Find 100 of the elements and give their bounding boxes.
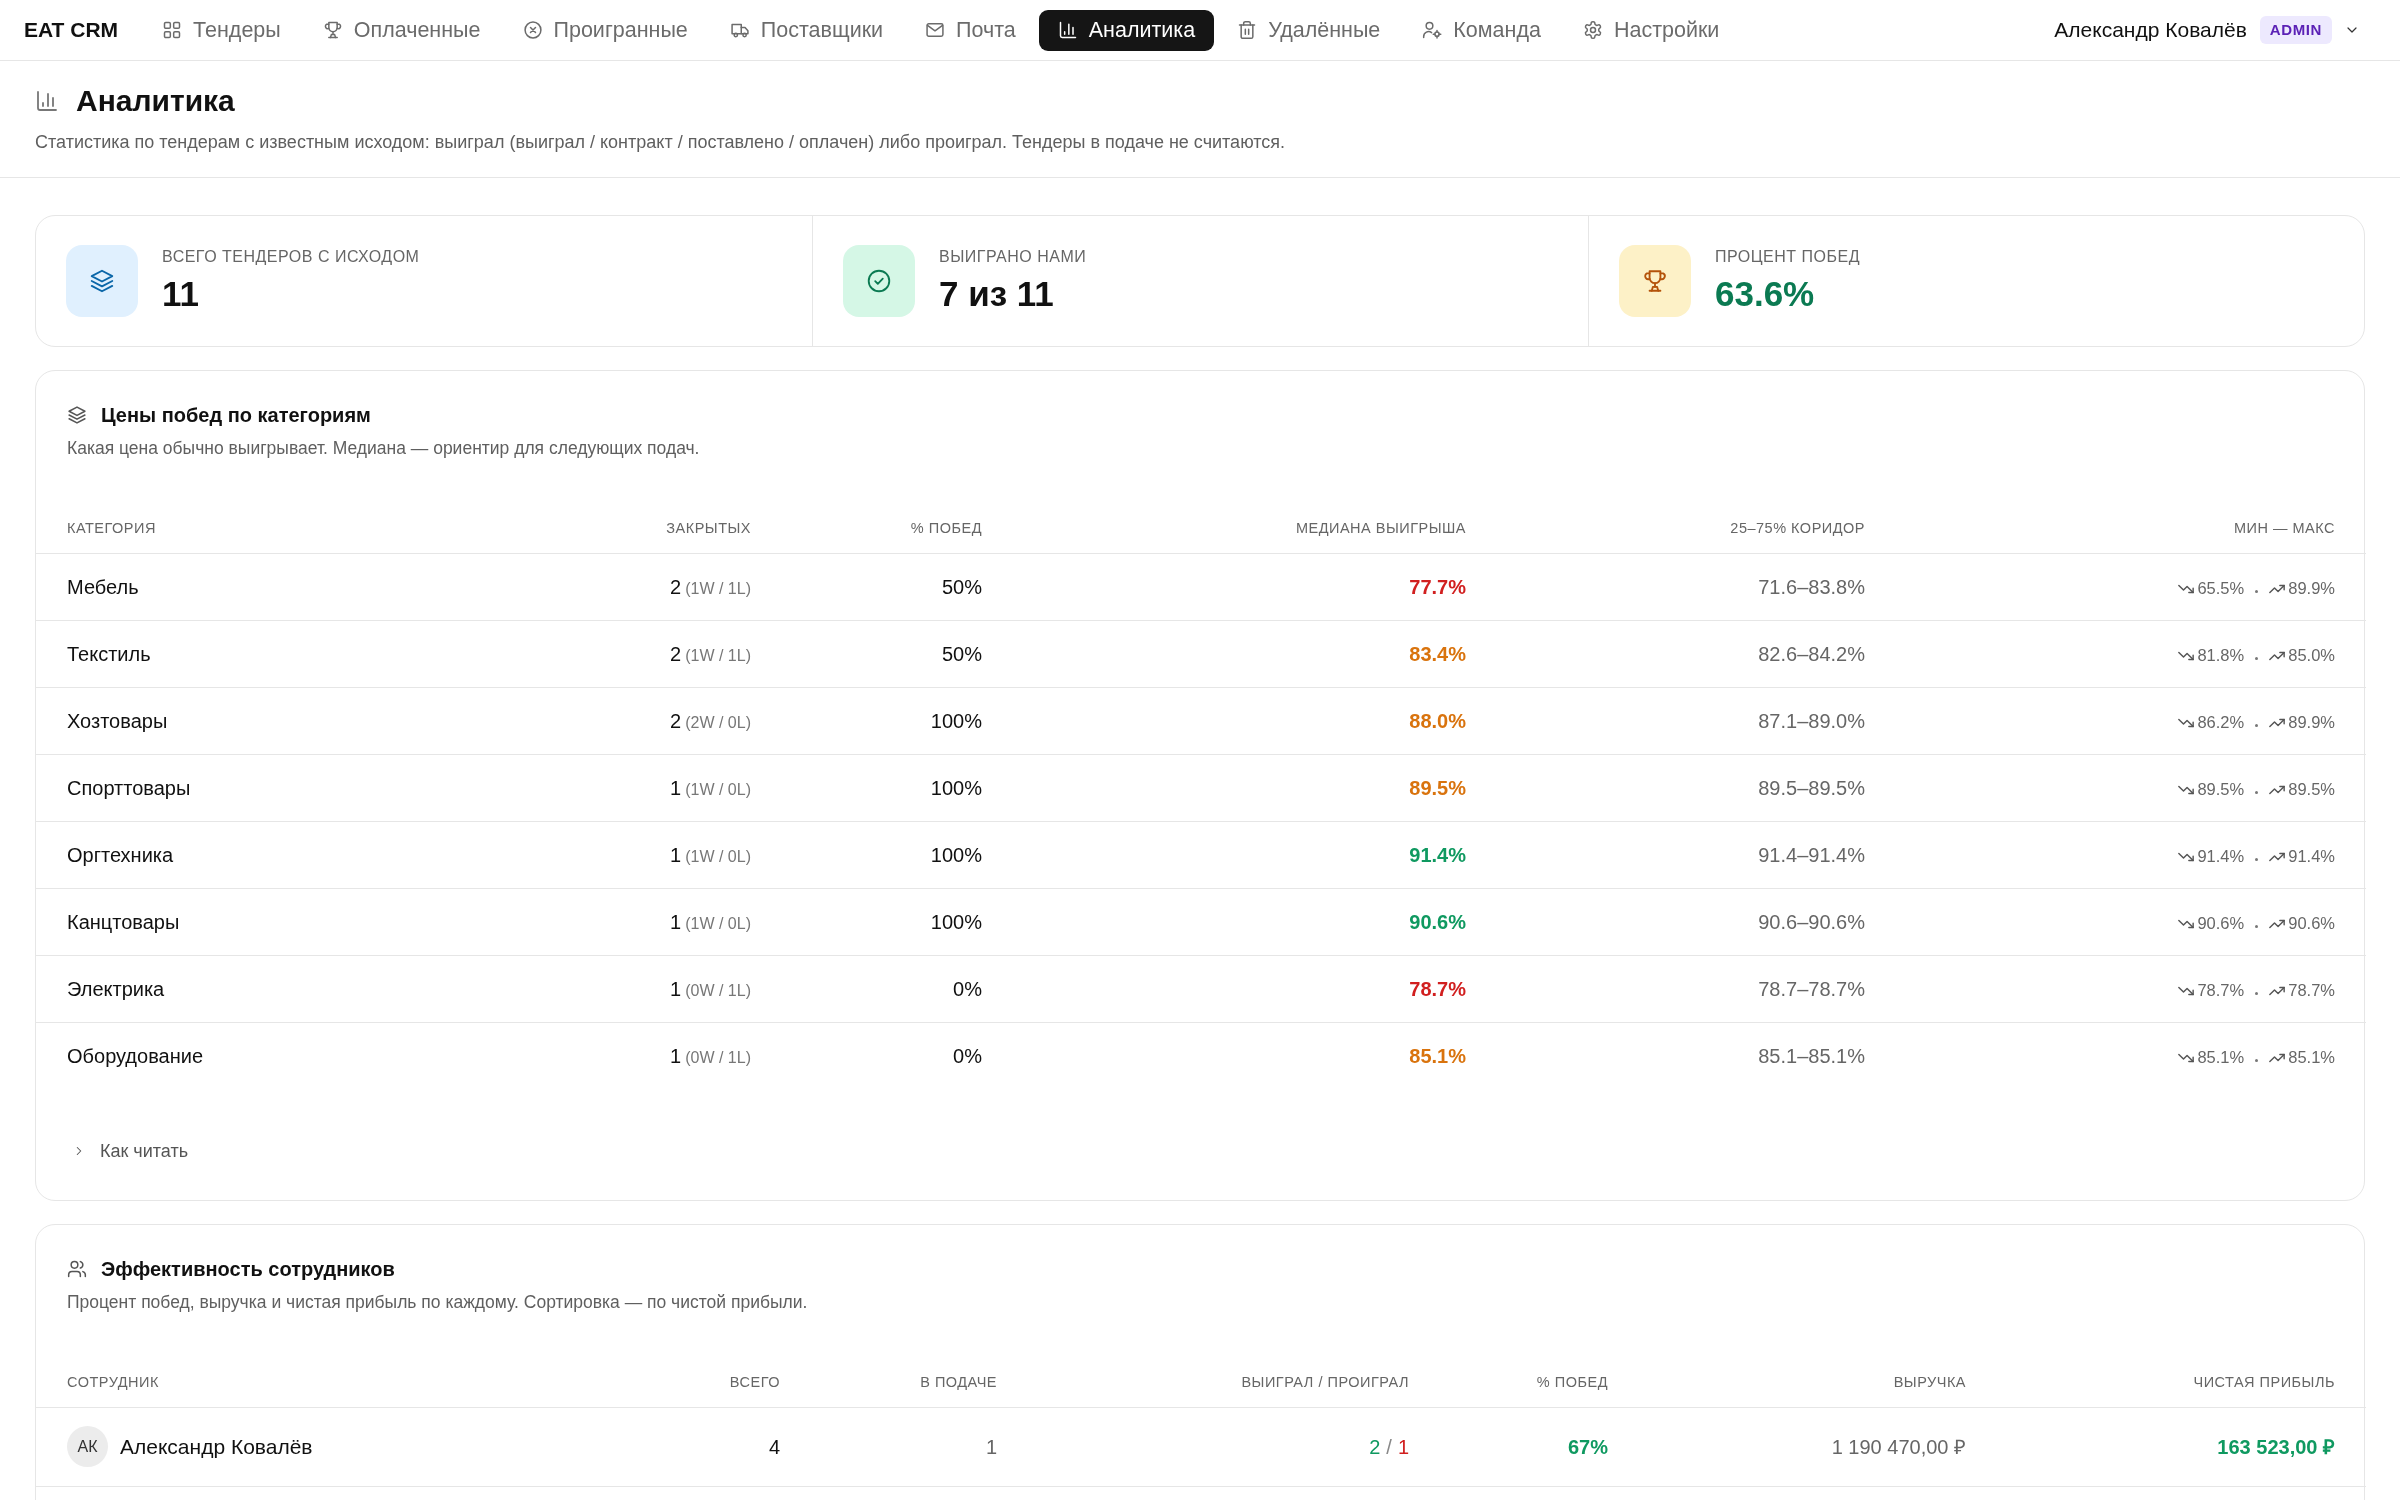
column-header: 25–75% КОРИДОР — [1482, 506, 1881, 553]
table-cell: 82.6–84.2% — [1482, 620, 1881, 687]
table-cell: 163 523,00 ₽ — [1982, 1407, 2366, 1486]
trend-down-icon — [2178, 1052, 2195, 1063]
user-gear-icon — [1422, 20, 1443, 40]
column-header: ВЫРУЧКА — [1624, 1359, 1982, 1407]
closed-count: 1 — [670, 1044, 682, 1067]
trend-up-icon — [2269, 583, 2286, 594]
column-header: В ПОДАЧЕ — [796, 1359, 1013, 1407]
table-cell: 91.4–91.4% — [1482, 821, 1881, 888]
closed-count: 1 — [670, 910, 682, 933]
table-cell: 50% — [767, 553, 998, 620]
table-cell: 71.6–83.8% — [1482, 553, 1881, 620]
layers-icon — [67, 405, 87, 425]
trend-up-icon — [2269, 1052, 2286, 1063]
category-name: Канцтовары — [36, 888, 561, 955]
max-value: 85.1% — [2288, 1047, 2335, 1069]
section-title: Эффективность сотрудников — [101, 1257, 395, 1282]
table-cell: 100% — [767, 687, 998, 754]
nav-tab[interactable]: Команда — [1403, 9, 1560, 51]
max-value: 89.9% — [2288, 712, 2335, 734]
column-header: МИН — МАКС — [1881, 506, 2366, 553]
section-description: Какая цена обычно выигрывает. Медиана — ориентир для следующих подач. — [67, 437, 701, 460]
closed-count: 1 — [670, 776, 682, 799]
role-badge: ADMIN — [2259, 15, 2332, 45]
brand-name[interactable]: EAT CRM — [24, 14, 119, 46]
nav-tab[interactable]: Проигранные — [503, 9, 707, 51]
settings-icon — [1582, 20, 1603, 40]
nav-tab[interactable]: Настройки — [1563, 9, 1739, 51]
column-header: СОТРУДНИК — [36, 1359, 561, 1407]
max-value: 90.6% — [2288, 913, 2335, 935]
win-loss-detail: (1W / 0L) — [685, 780, 751, 798]
table-cell: 78.7% — [998, 955, 1482, 1022]
min-value: 86.2% — [2197, 712, 2245, 734]
table-cell: 4 — [561, 1407, 796, 1486]
trend-down-icon — [2178, 650, 2195, 661]
trend-up-icon — [2269, 918, 2286, 929]
table-cell: 85.1–85.1% — [1482, 1022, 1881, 1089]
trash-icon — [1237, 20, 1258, 40]
win-loss-detail: (0W / 1L) — [685, 1048, 751, 1066]
table-cell: 0% — [767, 955, 998, 1022]
stat-value: 7 из 11 — [939, 273, 1055, 315]
max-value: 78.7% — [2288, 980, 2335, 1002]
min-value: 91.4% — [2197, 846, 2245, 868]
grid-icon — [162, 20, 183, 40]
min-value: 65.5% — [2197, 578, 2245, 600]
table-cell: 90.6% — [998, 888, 1482, 955]
stat-label: ВЫИГРАНО НАМИ — [939, 247, 1087, 267]
column-header: МЕДИАНА ВЫИГРЫША — [998, 506, 1482, 553]
nav-tab[interactable]: Тендеры — [143, 9, 300, 51]
table-cell: 50% — [767, 620, 998, 687]
page-title: Аналитика — [76, 83, 235, 119]
table-cell: 100% — [767, 821, 998, 888]
column-header: ВСЕГО — [561, 1359, 796, 1407]
trend-down-icon — [2178, 717, 2195, 728]
stat-label: ВСЕГО ТЕНДЕРОВ С ИСХОДОМ — [162, 247, 420, 267]
max-value: 85.0% — [2288, 645, 2335, 667]
category-name: Оборудование — [36, 1022, 561, 1089]
table-cell: 87.1–89.0% — [1482, 687, 1881, 754]
min-value: 78.7% — [2197, 980, 2245, 1002]
trend-down-icon — [2178, 784, 2195, 795]
closed-count: 2 — [670, 709, 682, 732]
stat-label: ПРОЦЕНТ ПОБЕД — [1715, 247, 1860, 267]
win-loss-detail: (1W / 0L) — [685, 847, 751, 865]
max-value: 89.5% — [2288, 779, 2335, 801]
trend-up-icon — [2269, 851, 2286, 862]
win-loss-detail: (1W / 0L) — [685, 914, 751, 932]
nav-tab[interactable]: Аналитика — [1038, 9, 1215, 51]
trend-down-icon — [2178, 851, 2195, 862]
closed-count: 2 — [670, 575, 682, 598]
nav-tab[interactable]: Удалённые — [1218, 9, 1400, 51]
nav-tab[interactable]: Почта — [906, 9, 1035, 51]
how-to-read-toggle[interactable]: Как читать — [67, 1138, 189, 1164]
page-subtitle: Статистика по тендерам с известным исходом: выиграл (выиграл / контракт / поставлено / оплачен) либо проиграл. Тендеры в подаче не считаются. — [35, 131, 1287, 154]
nav-tab[interactable]: Оплаченные — [303, 9, 500, 51]
nav-tab[interactable]: Поставщики — [710, 9, 903, 51]
envelope-icon — [925, 20, 946, 40]
table-cell: 88.0% — [998, 687, 1482, 754]
column-header: ЗАКРЫТЫХ — [561, 506, 767, 553]
trophy-icon — [322, 20, 343, 40]
closed-count: 1 — [670, 843, 682, 866]
won-count: 2 — [1369, 1435, 1381, 1458]
bar-chart-icon — [35, 89, 59, 113]
min-value: 89.5% — [2197, 779, 2245, 801]
table-cell: 90.6–90.6% — [1482, 888, 1881, 955]
max-value: 89.9% — [2288, 578, 2335, 600]
trend-down-icon — [2178, 918, 2195, 929]
circle-x-icon — [522, 20, 543, 40]
table-cell: 77.7% — [998, 553, 1482, 620]
table-cell: 89.5% — [998, 754, 1482, 821]
column-header: КАТЕГОРИЯ — [36, 506, 561, 553]
column-header: ВЫИГРАЛ / ПРОИГРАЛ — [1013, 1359, 1425, 1407]
section-description: Процент побед, выручка и чистая прибыль по каждому. Сортировка — по чистой прибыли. — [67, 1291, 809, 1314]
max-value: 91.4% — [2288, 846, 2335, 868]
category-name: Спорттовары — [36, 754, 561, 821]
table-cell: 0% — [767, 1022, 998, 1089]
win-loss-detail: (1W / 1L) — [685, 579, 751, 597]
min-value: 90.6% — [2197, 913, 2245, 935]
stat-value: 63.6% — [1715, 273, 1816, 315]
table-cell: 91.4% — [998, 821, 1482, 888]
